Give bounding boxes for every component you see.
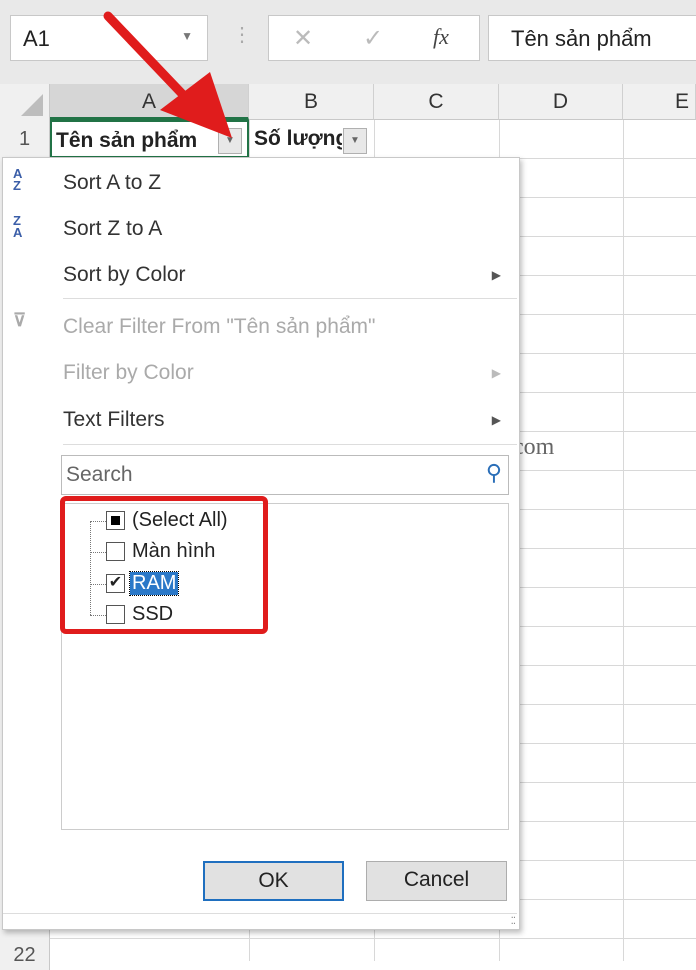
arrow-shaft [103, 11, 193, 105]
annotation-arrow [103, 11, 232, 138]
